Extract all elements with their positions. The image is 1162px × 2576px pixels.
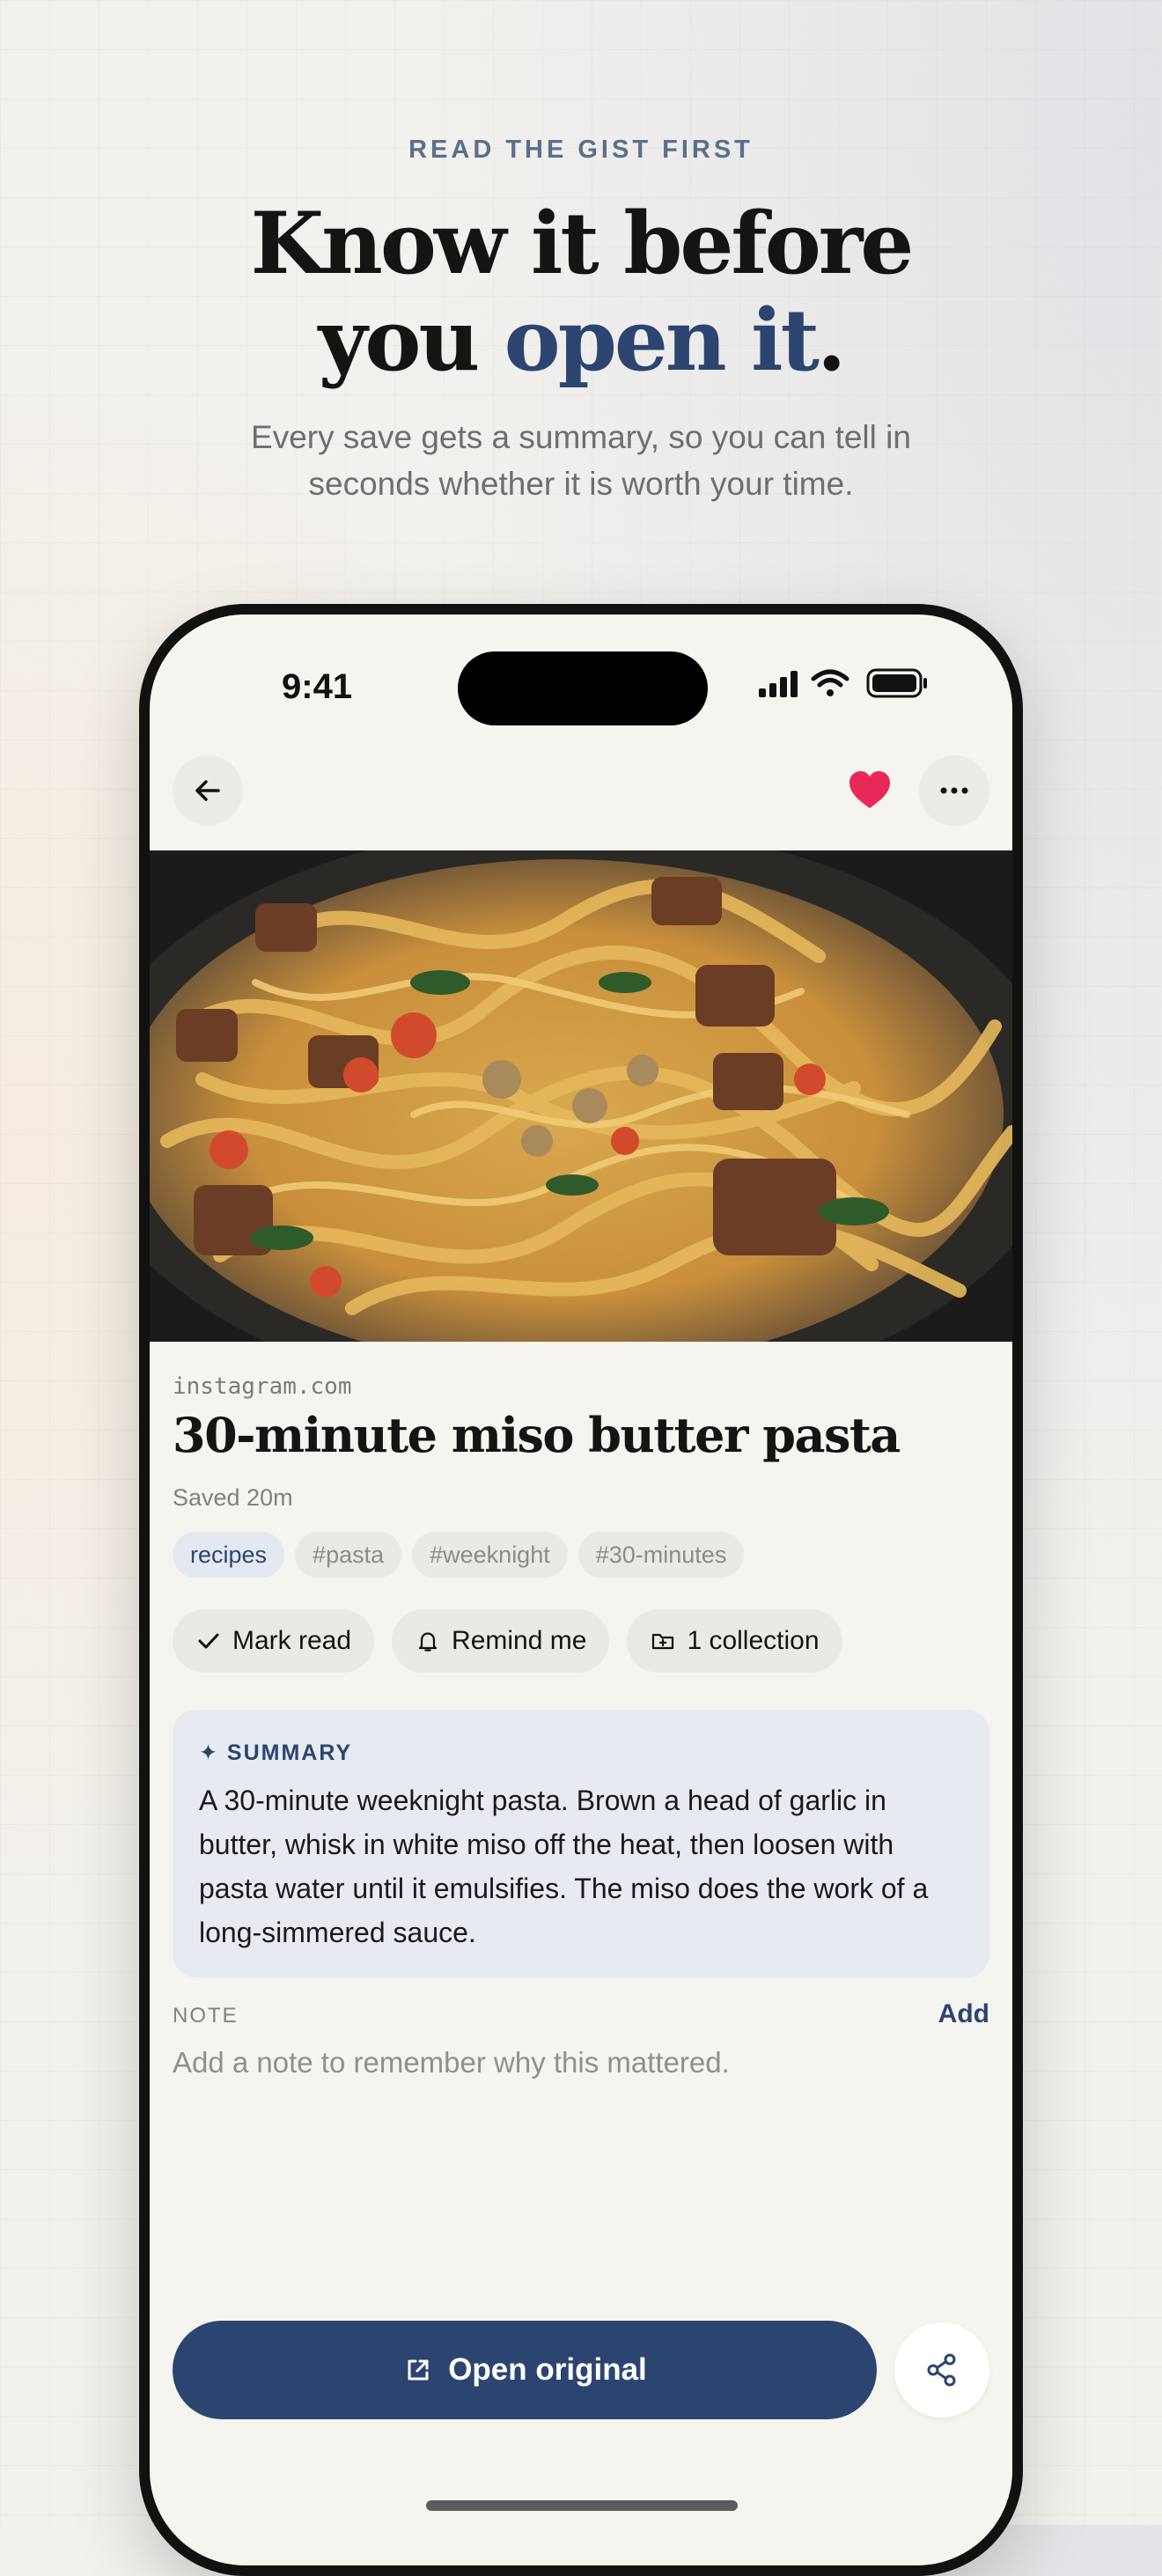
- check-icon: [198, 1633, 219, 1649]
- tag-pasta[interactable]: #pasta: [295, 1532, 402, 1578]
- summary-text: A 30-minute weeknight pasta. Brown a hea…: [199, 1785, 929, 1948]
- headline-prefix: you: [318, 291, 504, 390]
- open-original-label: Open original: [448, 2352, 647, 2387]
- note-label: NOTE: [173, 2004, 239, 2028]
- action-row: Mark read Remind me 1 collection: [173, 1609, 842, 1673]
- phone-frame: 9:41 instagram.com 30-minute miso butter…: [139, 604, 1023, 2576]
- status-icons: [759, 668, 927, 698]
- remind-me-label: Remind me: [452, 1626, 587, 1655]
- subhead-line-1: Every save gets a summary, so you can te…: [251, 419, 911, 455]
- tag-recipes[interactable]: recipes: [173, 1532, 285, 1578]
- subhead-line-2: seconds whether it is worth your time.: [308, 466, 854, 502]
- dynamic-island: [458, 651, 708, 725]
- summary-label-text: SUMMARY: [226, 1741, 353, 1765]
- back-button[interactable]: [173, 755, 243, 826]
- battery-icon: [866, 668, 927, 698]
- share-button[interactable]: [894, 2322, 989, 2418]
- eyebrow-text: READ THE GIST FIRST: [408, 136, 754, 164]
- open-original-button[interactable]: Open original: [173, 2321, 877, 2419]
- note-input[interactable]: Add a note to remember why this mattered…: [173, 2046, 730, 2079]
- folder-plus-icon: [652, 1633, 674, 1650]
- subhead: Every save gets a summary, so you can te…: [0, 414, 1162, 507]
- headline-line-2: you open it.: [0, 292, 1162, 389]
- wifi-icon: [811, 669, 849, 696]
- signal-icon: [759, 671, 798, 697]
- summary-card: ✦ SUMMARY A 30-minute weeknight pasta. B…: [173, 1710, 989, 1977]
- mark-read-button[interactable]: Mark read: [173, 1609, 375, 1673]
- saved-time: Saved 20m: [173, 1484, 293, 1511]
- more-button[interactable]: [919, 755, 989, 826]
- tag-30-minutes[interactable]: #30-minutes: [577, 1532, 745, 1578]
- arrow-left-icon: [195, 780, 220, 801]
- headline-accent: open it: [504, 291, 820, 390]
- item-title: 30-minute miso butter pasta: [173, 1407, 901, 1463]
- external-link-icon: [408, 2359, 429, 2381]
- hero-image: [150, 850, 1012, 1342]
- share-icon: [927, 2353, 956, 2387]
- home-indicator: [426, 2500, 738, 2511]
- collection-label: 1 collection: [687, 1626, 820, 1655]
- headline-suffix: .: [816, 291, 846, 390]
- add-note-button[interactable]: Add: [938, 1999, 989, 2029]
- collection-button[interactable]: 1 collection: [627, 1609, 842, 1673]
- summary-label: ✦ SUMMARY: [199, 1740, 963, 1766]
- mark-read-label: Mark read: [232, 1626, 352, 1655]
- sparkle-icon: ✦: [199, 1741, 219, 1765]
- more-horizontal-icon: [940, 787, 968, 794]
- status-time: 9:41: [282, 667, 353, 706]
- headline: Know it before you open it.: [0, 195, 1162, 389]
- phone-screen: 9:41 instagram.com 30-minute miso butter…: [150, 615, 1012, 2565]
- bell-icon: [418, 1632, 438, 1652]
- item-domain[interactable]: instagram.com: [173, 1373, 352, 1400]
- headline-line-1: Know it before: [250, 194, 915, 293]
- remind-me-button[interactable]: Remind me: [392, 1609, 610, 1673]
- tag-weeknight[interactable]: #weeknight: [412, 1532, 568, 1578]
- tag-list: recipes #pasta #weeknight #30-minutes: [173, 1532, 745, 1578]
- favorite-heart-icon[interactable]: [847, 768, 893, 813]
